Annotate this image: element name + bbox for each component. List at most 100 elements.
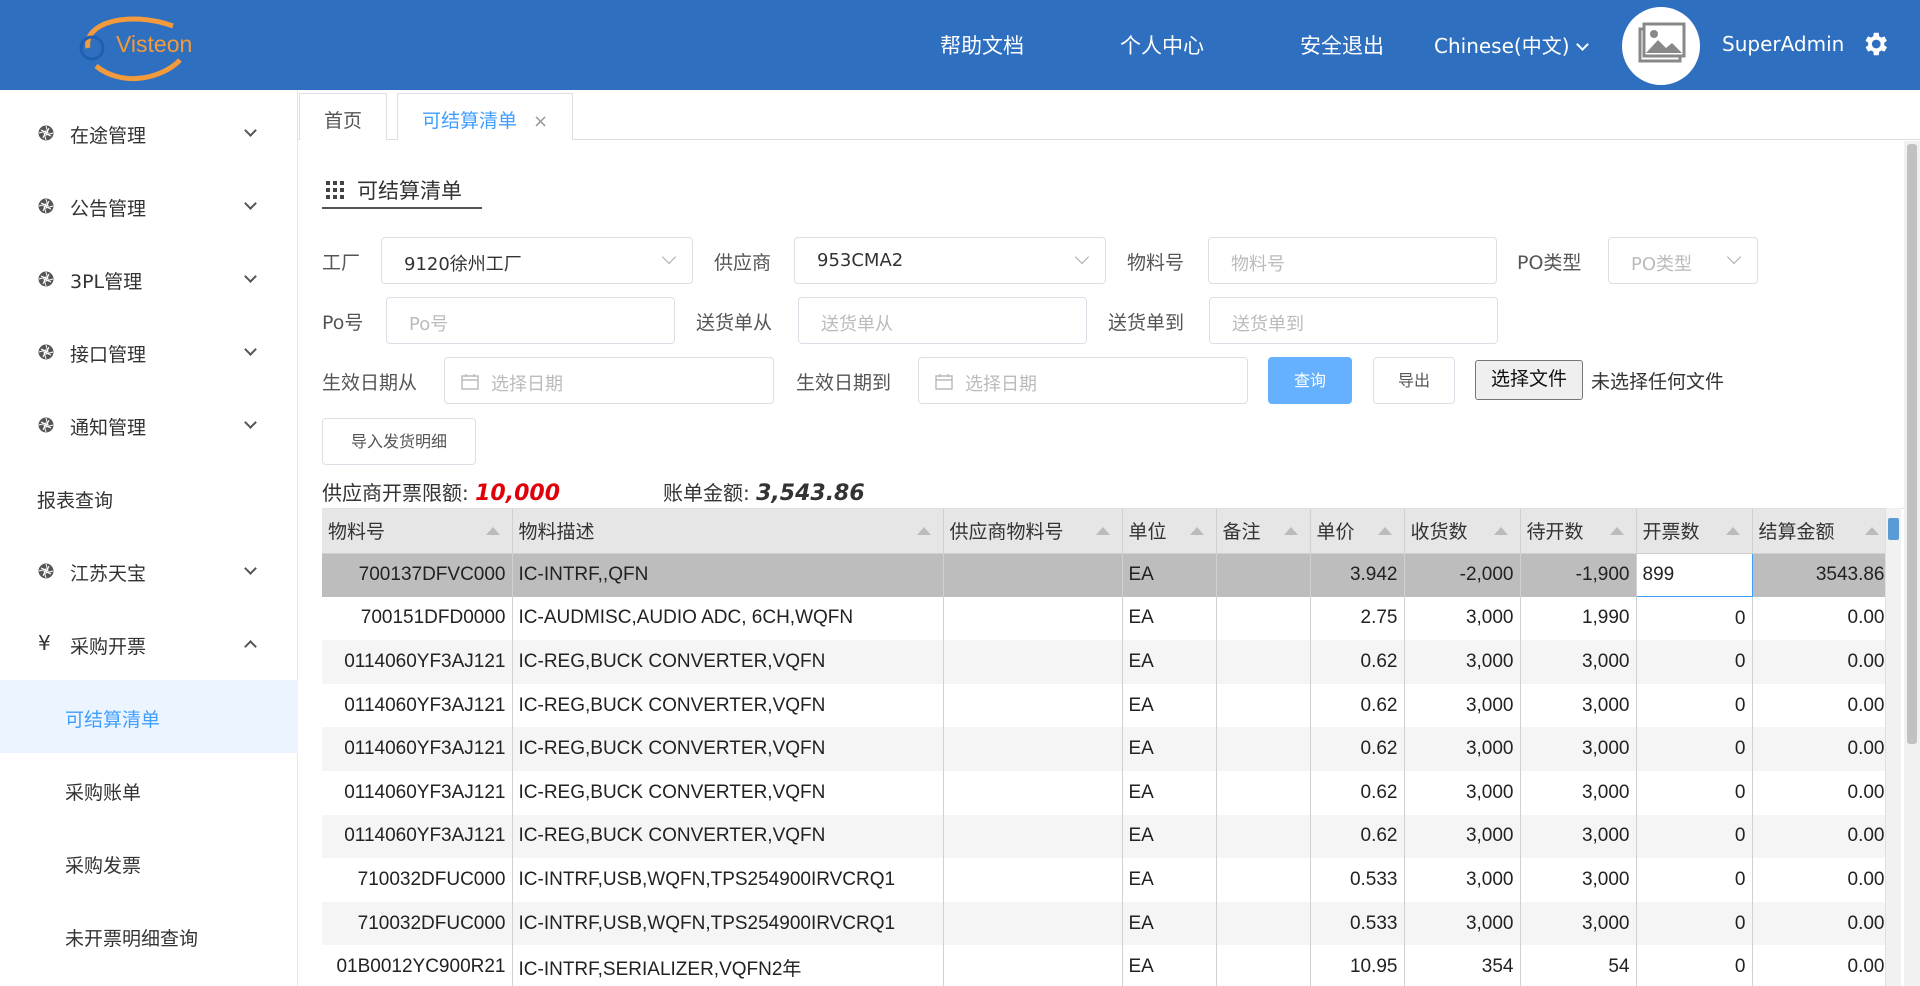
cell-material: 0114060YF3AJ121: [322, 640, 513, 684]
cell-invoice-qty[interactable]: 0: [1636, 596, 1753, 641]
tab-label: 可结算清单: [422, 110, 518, 132]
cell-supplier-material: [943, 640, 1123, 684]
chevron-down-icon: [1726, 249, 1742, 265]
table-scrollbar[interactable]: [1885, 508, 1901, 986]
logo-text: Visteon: [116, 31, 193, 57]
sidebar-item-in-transit[interactable]: 在途管理: [0, 96, 298, 169]
sidebar-subitem-purchase-bill[interactable]: 采购账单: [0, 753, 298, 826]
supplier-limit: 供应商开票限额: 10,000: [322, 477, 560, 506]
sidebar-item-announcements[interactable]: 公告管理: [0, 169, 298, 242]
import-shipment-button[interactable]: 导入发货明细: [322, 418, 476, 465]
table-row[interactable]: 710032DFUC000 IC-INTRF,USB,WQFN,TPS254900…: [322, 858, 1892, 902]
language-dropdown[interactable]: Chinese(中文): [1434, 30, 1589, 59]
po-placeholder: Po号: [409, 314, 449, 335]
table-row[interactable]: 0114060YF3AJ121 IC-REG,BUCK CONVERTER,VQF…: [322, 814, 1892, 859]
table-row[interactable]: 01B0012YC900R21 IC-INTRF,SERIALIZER,VQFN2…: [322, 945, 1892, 986]
col-header-remark[interactable]: 备注: [1216, 509, 1311, 554]
choose-file-button[interactable]: 选择文件: [1475, 360, 1583, 400]
help-docs-link[interactable]: 帮助文档: [940, 30, 1024, 60]
sidebar-subitem-label: 采购账单: [65, 782, 142, 804]
table-row[interactable]: 0114060YF3AJ121 IC-REG,BUCK CONVERTER,VQF…: [322, 770, 1892, 815]
cell-description: IC-INTRF,USB,WQFN,TPS254900IRVCRQ1: [512, 901, 944, 946]
table-row[interactable]: 0114060YF3AJ121 IC-REG,BUCK CONVERTER,VQF…: [322, 727, 1892, 771]
gear-icon[interactable]: [1860, 29, 1890, 59]
cell-unit-price: 0.62: [1310, 640, 1405, 684]
cell-supplier-material: [943, 814, 1123, 859]
cell-invoice-qty[interactable]: 0: [1636, 770, 1753, 815]
col-header-invoice-qty[interactable]: 开票数: [1636, 509, 1753, 554]
cell-invoice-qty[interactable]: 0: [1636, 640, 1753, 684]
col-header-unit[interactable]: 单位: [1122, 509, 1217, 554]
main-content: 可结算清单 工厂 9120徐州工厂 供应商 953CMA2 物料号 物料号 PO…: [298, 141, 1920, 986]
table-row[interactable]: 700151DFD0000 IC-AUDMISC,AUDIO ADC, 6CH,W…: [322, 596, 1892, 641]
col-header-settlement-amount[interactable]: 结算金额: [1752, 509, 1892, 554]
cell-pending-qty: 3,000: [1520, 858, 1637, 902]
avatar[interactable]: [1622, 7, 1700, 85]
chevron-down-icon: [244, 562, 257, 575]
username: SuperAdmin: [1722, 32, 1845, 56]
sidebar-item-purchase-invoicing[interactable]: ¥ 采购开票: [0, 607, 298, 680]
invoice-qty-input[interactable]: 899: [1635, 552, 1753, 598]
scrollbar-thumb[interactable]: [1888, 518, 1899, 540]
table-row[interactable]: 700137DFVC000 IC-INTRF,,QFN EA 3.942 -2,000-…: [322, 552, 1892, 598]
sidebar-item-interface[interactable]: 接口管理: [0, 315, 298, 388]
col-header-material[interactable]: 物料号: [322, 509, 513, 554]
cell-settlement-amount: 0.00: [1752, 770, 1892, 815]
tab-home[interactable]: 首页: [299, 93, 388, 140]
sort-icon: [1377, 527, 1392, 535]
sidebar-subitem-label: 采购发票: [65, 855, 142, 877]
delivery-from-placeholder: 送货单从: [821, 314, 893, 335]
page-scrollbar[interactable]: [1904, 141, 1920, 986]
tab-settlement-list[interactable]: 可结算清单 ×: [397, 93, 574, 140]
col-header-received-qty[interactable]: 收货数: [1404, 509, 1521, 554]
date-to-picker[interactable]: 选择日期: [918, 357, 1248, 404]
cell-unit-price: 0.533: [1310, 858, 1405, 902]
sidebar-item-reports[interactable]: 报表查询: [0, 461, 298, 534]
sidebar-subitem-purchase-invoice[interactable]: 采购发票: [0, 826, 298, 899]
col-header-unit-price[interactable]: 单价: [1310, 509, 1405, 554]
sidebar-item-notifications[interactable]: 通知管理: [0, 388, 298, 461]
table-row[interactable]: 0114060YF3AJ121 IC-REG,BUCK CONVERTER,VQF…: [322, 640, 1892, 684]
col-header-description[interactable]: 物料描述: [512, 509, 944, 554]
personal-center-link[interactable]: 个人中心: [1120, 30, 1204, 60]
sidebar-item-jiangsu-tianbao[interactable]: 江苏天宝: [0, 534, 298, 607]
delivery-to-input[interactable]: 送货单到: [1209, 297, 1498, 344]
export-button[interactable]: 导出: [1373, 357, 1455, 404]
cell-invoice-qty[interactable]: 0: [1636, 814, 1753, 859]
col-header-pending-qty[interactable]: 待开数: [1520, 509, 1637, 554]
chevron-down-icon: [244, 124, 257, 137]
cell-invoice-qty[interactable]: 0: [1636, 945, 1753, 986]
cell-invoice-qty[interactable]: 0: [1636, 858, 1753, 902]
cell-pending-qty: 3,000: [1520, 683, 1637, 728]
col-header-supplier-material[interactable]: 供应商物料号: [943, 509, 1123, 554]
tabs-bar: 首页 可结算清单 ×: [298, 90, 1920, 140]
cell-invoice-qty[interactable]: 0: [1636, 727, 1753, 771]
cell-invoice-qty[interactable]: 0: [1636, 683, 1753, 728]
logout-link[interactable]: 安全退出: [1300, 30, 1384, 60]
table-row[interactable]: 0114060YF3AJ121 IC-REG,BUCK CONVERTER,VQF…: [322, 683, 1892, 728]
po-input[interactable]: Po号: [386, 297, 675, 344]
query-button[interactable]: 查询: [1268, 357, 1352, 404]
material-input[interactable]: 物料号: [1208, 237, 1497, 284]
cell-unit: EA: [1122, 640, 1217, 684]
cell-material: 01B0012YC900R21: [322, 945, 513, 986]
sidebar-subitem-uninvoiced-query[interactable]: 未开票明细查询: [0, 899, 298, 972]
cell-remark: [1216, 945, 1311, 986]
cell-supplier-material: [943, 945, 1123, 986]
cell-settlement-amount: 0.00: [1752, 945, 1892, 986]
po-type-select[interactable]: PO类型: [1608, 237, 1758, 284]
cell-description: IC-REG,BUCK CONVERTER,VQFN: [512, 770, 944, 815]
factory-select[interactable]: 9120徐州工厂: [381, 237, 693, 284]
close-icon[interactable]: ×: [533, 111, 548, 132]
cell-description: IC-REG,BUCK CONVERTER,VQFN: [512, 640, 944, 684]
table-row[interactable]: 710032DFUC000 IC-INTRF,USB,WQFN,TPS254900…: [322, 901, 1892, 946]
sidebar-subitem-settlement-list[interactable]: 可结算清单: [0, 680, 298, 753]
chevron-down-icon: [1575, 38, 1589, 51]
sidebar-item-3pl[interactable]: 3PL管理: [0, 242, 298, 315]
cell-invoice-qty[interactable]: 0: [1636, 901, 1753, 946]
date-from-picker[interactable]: 选择日期: [444, 357, 774, 404]
supplier-value: 953CMA2: [817, 250, 904, 271]
delivery-from-input[interactable]: 送货单从: [798, 297, 1087, 344]
page-scrollbar-thumb[interactable]: [1907, 144, 1917, 744]
supplier-select[interactable]: 953CMA2: [794, 237, 1106, 284]
